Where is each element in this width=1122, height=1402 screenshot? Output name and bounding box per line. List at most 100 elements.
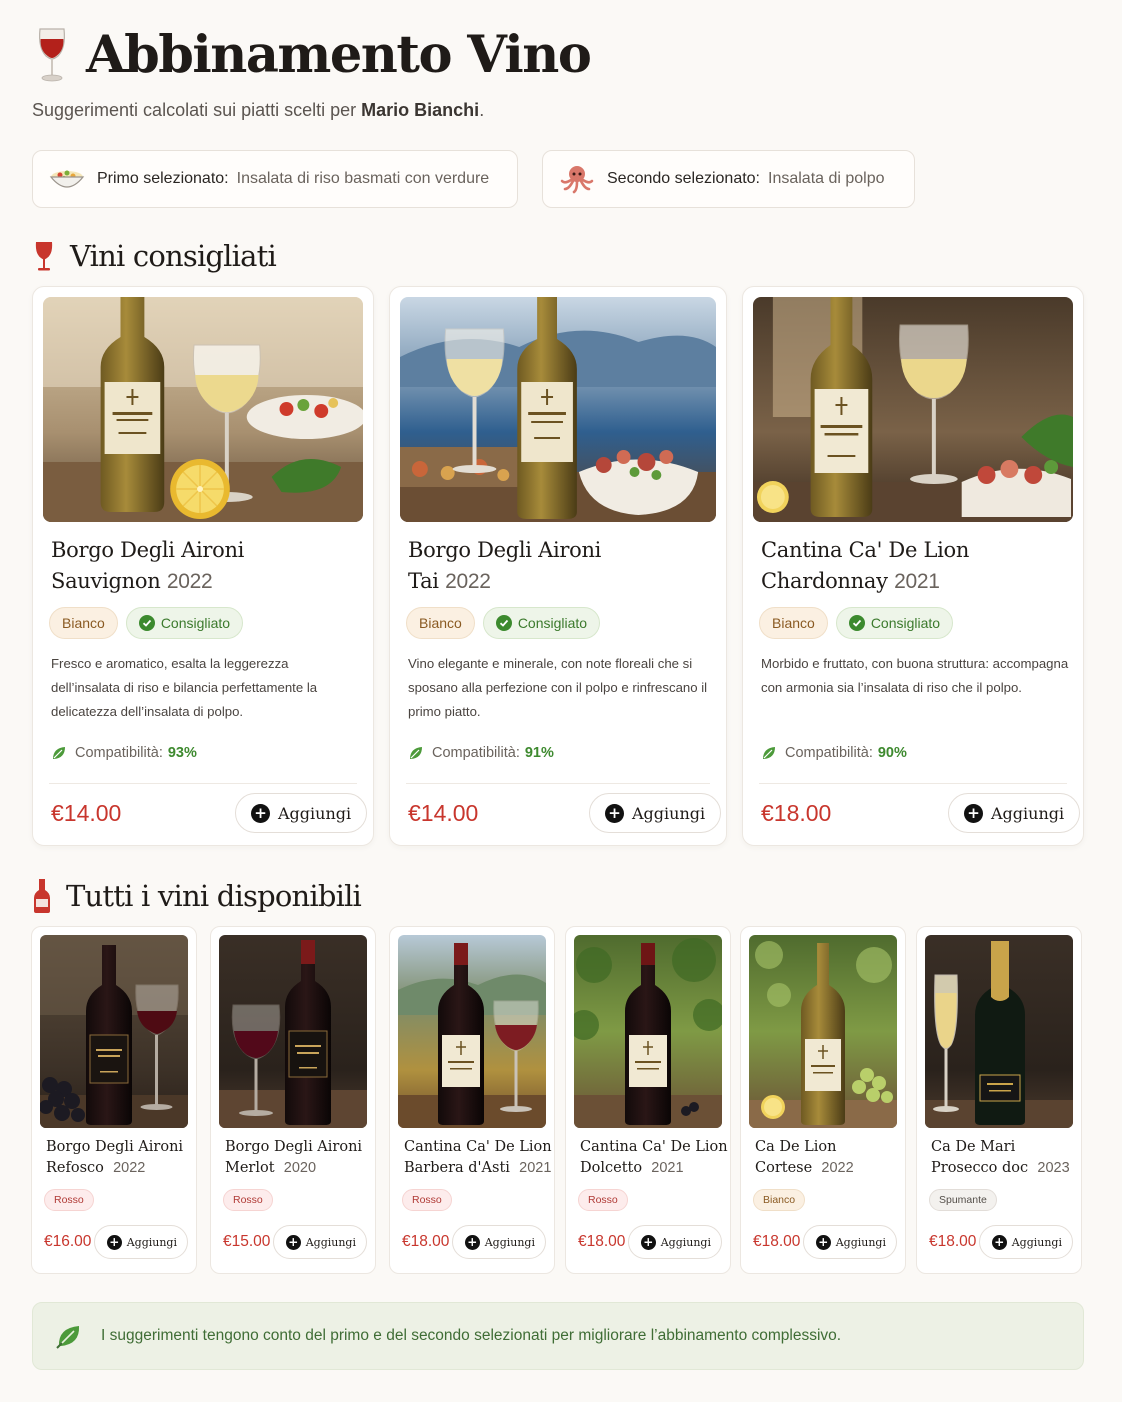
- wine-type-badge: Bianco: [406, 607, 475, 639]
- plus-icon: +: [640, 1234, 656, 1250]
- wine-photo: [925, 935, 1073, 1128]
- wine-year: 2021: [894, 570, 940, 593]
- wine-price: €18.00: [578, 1233, 626, 1250]
- add-to-cart-button[interactable]: + Aggiungi: [802, 1225, 897, 1259]
- wine-price: €16.00: [44, 1233, 92, 1250]
- wine-price: €18.00: [761, 800, 832, 826]
- wine-type-badge: Rosso: [44, 1189, 94, 1211]
- recommended-badge: Consigliato: [125, 607, 244, 639]
- wine-price: €18.00: [929, 1233, 977, 1250]
- wine-photo: [219, 935, 367, 1128]
- wine-type-badge: Rosso: [402, 1189, 452, 1211]
- leaf-icon: [56, 1326, 80, 1349]
- plus-icon: +: [251, 803, 270, 823]
- page-subtitle: Suggerimenti calcolati sui piatti scelti…: [32, 100, 485, 120]
- add-to-cart-button[interactable]: + Aggiungi: [235, 793, 368, 833]
- divider: [759, 783, 1067, 784]
- check-circle-icon: [495, 615, 512, 631]
- compatibility-score: Compatibilità: 91%: [408, 745, 554, 761]
- plus-icon: +: [815, 1234, 831, 1250]
- add-to-cart-button[interactable]: + Aggiungi: [948, 793, 1081, 833]
- plus-icon: +: [106, 1234, 122, 1250]
- wine-name: Ca De Lion Cortese 2022: [755, 1139, 854, 1176]
- wine-photo: [749, 935, 897, 1128]
- leaf-icon: [763, 747, 775, 759]
- wine-type-badge: Bianco: [759, 607, 828, 639]
- wine-name: Borgo Degli Aironi Merlot 2020: [225, 1139, 363, 1176]
- wine-name: Borgo Degli Aironi Refosco 2022: [46, 1139, 184, 1176]
- primo-label: Primo selezionato:: [97, 170, 229, 187]
- wine-photo: [43, 297, 363, 522]
- wine-name: Cantina Ca' De Lion Chardonnay 2021: [761, 538, 970, 593]
- wine-photo: [398, 935, 546, 1128]
- wine-year: 2020: [283, 1160, 317, 1176]
- check-circle-icon: [138, 615, 155, 631]
- octopus-icon: [560, 166, 594, 194]
- wine-name: Cantina Ca' De Lion Barbera d'Asti 2021: [404, 1139, 552, 1176]
- page-title: Abbinamento Vino: [86, 25, 592, 85]
- wine-year: 2022: [166, 570, 213, 593]
- recommended-section-title: Vini consigliati: [32, 236, 277, 276]
- selected-primo: Primo selezionato: Insalata di riso basm…: [32, 150, 518, 208]
- wine-name: Borgo Degli Aironi Sauvignon 2022: [51, 538, 245, 593]
- wine-type-badge: Bianco: [753, 1189, 806, 1211]
- wine-year: 2022: [821, 1160, 854, 1176]
- info-note: I suggerimenti tengono conto del primo e…: [32, 1302, 1084, 1370]
- add-to-cart-button[interactable]: + Aggiungi: [93, 1225, 188, 1259]
- wine-glass-icon: [39, 28, 65, 82]
- add-to-cart-button[interactable]: + Aggiungi: [451, 1225, 546, 1259]
- wine-glass-icon: [35, 242, 53, 271]
- wine-description: Morbido e fruttato, con buona struttura:…: [761, 656, 1069, 695]
- wine-description: Fresco e aromatico, esalta la leggerezza…: [51, 656, 318, 719]
- compatibility-score: Compatibilità: 90%: [761, 745, 907, 761]
- recommended-card[interactable]: Borgo Degli Aironi Sauvignon 2022 Bianco…: [32, 286, 374, 846]
- check-circle-icon: [848, 615, 865, 631]
- user-name: Mario Bianchi: [361, 100, 480, 120]
- plus-icon: +: [605, 803, 624, 823]
- add-to-cart-button[interactable]: + Aggiungi: [978, 1225, 1073, 1259]
- plus-icon: +: [285, 1234, 301, 1250]
- wine-year: 2022: [445, 570, 491, 593]
- wine-card[interactable]: Cantina Ca' De Lion Dolcetto 2021 Rosso …: [565, 926, 731, 1274]
- wine-year: 2023: [1037, 1160, 1070, 1176]
- plus-icon: +: [991, 1234, 1007, 1250]
- wine-card[interactable]: Ca De Mari Prosecco doc 2023 Spumante €1…: [916, 926, 1082, 1274]
- wine-year: 2021: [519, 1160, 552, 1176]
- wine-photo: [40, 935, 188, 1128]
- secondo-value: Insalata di polpo: [768, 170, 885, 187]
- leaf-icon: [53, 747, 65, 759]
- wine-photo: [753, 297, 1073, 522]
- wine-year: 2022: [113, 1160, 146, 1176]
- wine-card[interactable]: Borgo Degli Aironi Refosco 2022 Rosso €1…: [31, 926, 197, 1274]
- wine-card[interactable]: Cantina Ca' De Lion Barbera d'Asti 2021 …: [389, 926, 555, 1274]
- wine-type-badge: Rosso: [223, 1189, 273, 1211]
- wine-price: €18.00: [753, 1233, 801, 1250]
- leaf-icon: [410, 747, 422, 759]
- primo-value: Insalata di riso basmati con verdure: [236, 170, 490, 187]
- add-to-cart-button[interactable]: + Aggiungi: [589, 793, 722, 833]
- add-to-cart-button[interactable]: + Aggiungi: [272, 1225, 367, 1259]
- add-to-cart-button[interactable]: + Aggiungi: [627, 1225, 722, 1259]
- recommended-badge: Consigliato: [835, 607, 954, 639]
- wine-type-badge: Bianco: [49, 607, 118, 639]
- wine-price: €14.00: [408, 800, 479, 826]
- divider: [49, 783, 357, 784]
- wine-name: Borgo Degli Aironi Tai 2022: [408, 538, 602, 593]
- wine-name: Cantina Ca' De Lion Dolcetto 2021: [580, 1139, 728, 1176]
- wine-name: Ca De Mari Prosecco doc 2023: [931, 1139, 1070, 1176]
- selected-secondo: Secondo selezionato: Insalata di polpo: [542, 150, 915, 208]
- wine-price: €15.00: [223, 1233, 271, 1250]
- wine-bottle-icon: [34, 879, 50, 913]
- recommended-card[interactable]: Borgo Degli Aironi Tai 2022 Bianco Consi…: [389, 286, 727, 846]
- divider: [406, 783, 710, 784]
- wine-price: €18.00: [402, 1233, 450, 1250]
- plus-icon: +: [964, 803, 983, 823]
- wine-photo: [400, 297, 716, 522]
- recommended-badge: Consigliato: [482, 607, 601, 639]
- compatibility-score: Compatibilità: 93%: [51, 745, 197, 761]
- wine-card[interactable]: Ca De Lion Cortese 2022 Bianco €18.00 + A…: [740, 926, 906, 1274]
- recommended-card[interactable]: Cantina Ca' De Lion Chardonnay 2021 Bian…: [742, 286, 1084, 846]
- rice-salad-icon: [49, 170, 85, 188]
- wine-card[interactable]: Borgo Degli Aironi Merlot 2020 Rosso €15…: [210, 926, 376, 1274]
- wine-type-badge: Spumante: [929, 1189, 997, 1211]
